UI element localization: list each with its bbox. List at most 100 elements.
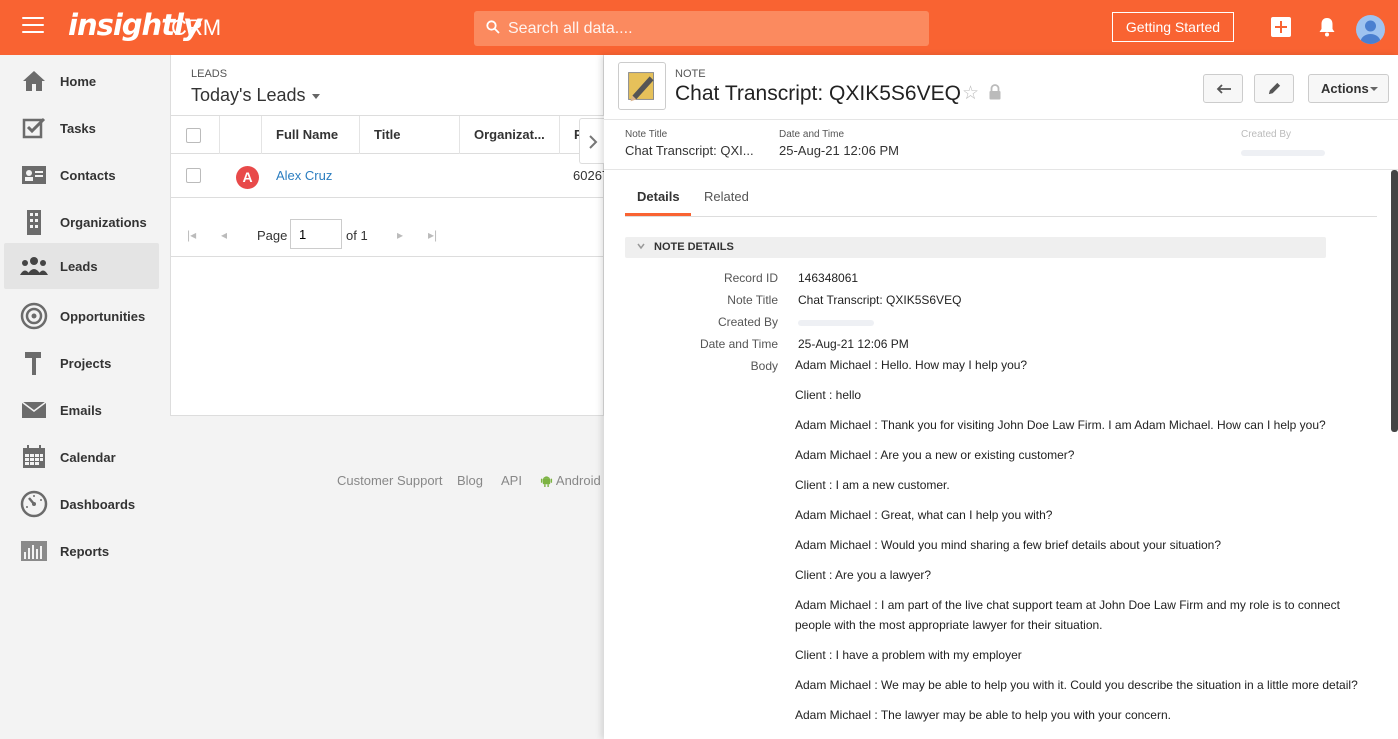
chevron-right-icon bbox=[589, 135, 598, 149]
body-line: Adam Michael : I am part of the live cha… bbox=[795, 598, 1340, 632]
sidebar-item-organizations[interactable]: Organizations bbox=[4, 199, 159, 245]
leads-table-header: Full Name Title Organizat... P bbox=[171, 115, 604, 154]
pencil-icon bbox=[1268, 82, 1281, 95]
created-by-redacted bbox=[798, 320, 874, 326]
sidebar-item-home[interactable]: Home bbox=[4, 58, 159, 104]
date-time-value: 25-Aug-21 12:06 PM bbox=[798, 337, 909, 351]
back-arrow-icon bbox=[1216, 84, 1231, 94]
column-title[interactable]: Title bbox=[359, 116, 459, 154]
record-id-value: 146348061 bbox=[798, 271, 859, 285]
column-full-name[interactable]: Full Name bbox=[261, 116, 359, 154]
sidebar-item-opportunities[interactable]: Opportunities bbox=[4, 293, 159, 339]
summary-date-value: 25-Aug-21 12:06 PM bbox=[779, 143, 899, 158]
caret-down-icon bbox=[311, 93, 320, 99]
leads-list-panel: LEADS Today's Leads Full Name Title Orga… bbox=[170, 55, 609, 416]
summary-note-title-value: Chat Transcript: QXI... bbox=[625, 143, 754, 158]
leads-kicker: LEADS bbox=[191, 68, 228, 80]
reports-icon bbox=[20, 537, 48, 565]
sidebar-item-calendar[interactable]: Calendar bbox=[4, 434, 159, 480]
user-avatar[interactable] bbox=[1356, 15, 1385, 44]
hamburger-menu-icon[interactable] bbox=[22, 17, 44, 35]
caret-down-icon bbox=[1370, 87, 1378, 91]
global-search[interactable] bbox=[474, 11, 929, 46]
sidebar-item-leads[interactable]: Leads bbox=[4, 243, 159, 289]
lead-avatar: A bbox=[236, 166, 259, 189]
body-line: Adam Michael : The lawyer may be able to… bbox=[795, 708, 1171, 722]
body-line: Adam Michael : Are you a new or existing… bbox=[795, 448, 1075, 462]
summary-date-label: Date and Time bbox=[779, 129, 845, 140]
sidebar-item-projects[interactable]: Projects bbox=[4, 340, 159, 386]
lead-name-link[interactable]: Alex Cruz bbox=[276, 168, 332, 183]
tab-related[interactable]: Related bbox=[704, 189, 749, 204]
contacts-icon bbox=[20, 161, 48, 189]
sidebar-item-dashboards[interactable]: Dashboards bbox=[4, 481, 159, 527]
note-title-value: Chat Transcript: QXIK5S6VEQ bbox=[798, 293, 962, 307]
row-checkbox[interactable] bbox=[186, 168, 201, 183]
table-row[interactable]: A Alex Cruz 60267 bbox=[171, 154, 609, 198]
sidebar-item-reports[interactable]: Reports bbox=[4, 528, 159, 574]
page-number-input[interactable] bbox=[290, 219, 342, 249]
footer-android-link[interactable]: Android bbox=[540, 473, 601, 488]
select-all-checkbox[interactable] bbox=[186, 128, 201, 143]
body-line: Adam Michael : Thank you for visiting Jo… bbox=[795, 418, 1326, 432]
calendar-icon bbox=[20, 443, 48, 471]
tasks-icon bbox=[20, 114, 48, 142]
footer-api-link[interactable]: API bbox=[501, 473, 522, 488]
body-label: Body bbox=[750, 359, 778, 373]
summary-created-by-redacted bbox=[1241, 150, 1325, 156]
add-new-icon[interactable] bbox=[1271, 17, 1291, 37]
search-input[interactable] bbox=[508, 11, 918, 46]
footer-blog-link[interactable]: Blog bbox=[457, 473, 483, 488]
date-time-label: Date and Time bbox=[699, 337, 778, 351]
chevron-down-icon bbox=[637, 243, 645, 250]
footer-customer-support-link[interactable]: Customer Support bbox=[337, 473, 443, 488]
note-title-label: Note Title bbox=[727, 293, 778, 307]
body-line: Adam Michael : Great, what can I help yo… bbox=[795, 508, 1053, 522]
opportunities-icon bbox=[20, 302, 48, 330]
column-avatar bbox=[219, 116, 261, 154]
body-line: Adam Michael : Hello. How may I help you… bbox=[795, 358, 1028, 372]
lock-icon bbox=[989, 84, 1001, 100]
edit-button[interactable] bbox=[1254, 74, 1294, 103]
projects-icon bbox=[20, 349, 48, 377]
tab-divider bbox=[625, 216, 1377, 217]
note-panel-scrollbar[interactable] bbox=[1391, 170, 1398, 432]
top-bar: insightly CRM Getting Started bbox=[0, 0, 1398, 55]
next-page-icon[interactable]: ▸ bbox=[397, 228, 403, 242]
organizations-icon bbox=[20, 208, 48, 236]
note-details-section-header[interactable]: NOTE DETAILS bbox=[625, 237, 1326, 258]
created-by-label: Created By bbox=[717, 315, 778, 329]
column-organization[interactable]: Organizat... bbox=[459, 116, 559, 154]
back-button[interactable] bbox=[1203, 74, 1243, 103]
leads-view-selector[interactable]: Today's Leads bbox=[191, 85, 320, 106]
record-id-label: Record ID bbox=[723, 271, 778, 285]
tab-details[interactable]: Details bbox=[637, 189, 680, 204]
body-line: Client : I have a problem with my employ… bbox=[795, 648, 1022, 662]
search-icon bbox=[486, 20, 500, 34]
page-count: of 1 bbox=[346, 228, 368, 243]
note-summary-bar: Note Title Chat Transcript: QXI... Date … bbox=[604, 119, 1398, 170]
first-page-icon[interactable]: |◂ bbox=[187, 228, 196, 242]
note-kicker: NOTE bbox=[675, 68, 706, 80]
page-label: Page bbox=[257, 228, 288, 243]
getting-started-button[interactable]: Getting Started bbox=[1112, 12, 1234, 42]
prev-page-icon[interactable]: ◂ bbox=[221, 228, 227, 242]
actions-dropdown-button[interactable]: Actions bbox=[1308, 74, 1389, 103]
notifications-bell-icon[interactable] bbox=[1317, 16, 1337, 38]
body-line: Adam Michael : We may be able to help yo… bbox=[795, 678, 1358, 692]
collapse-panel-button[interactable] bbox=[579, 118, 604, 164]
product-name: CRM bbox=[171, 15, 222, 40]
body-line: Client : hello bbox=[795, 388, 862, 402]
body-line: Client : I am a new customer. bbox=[795, 478, 950, 492]
sidebar-item-emails[interactable]: Emails bbox=[4, 387, 159, 433]
android-icon bbox=[540, 476, 553, 487]
sidebar-item-tasks[interactable]: Tasks bbox=[4, 105, 159, 151]
sidebar-nav: Home Tasks Contacts Organizations Leads … bbox=[0, 55, 163, 739]
home-icon bbox=[20, 67, 48, 95]
dashboards-icon bbox=[20, 490, 48, 518]
leads-icon bbox=[20, 252, 48, 280]
pagination: |◂ ◂ Page of 1 ▸ ▸| bbox=[171, 214, 604, 257]
sidebar-item-contacts[interactable]: Contacts bbox=[4, 152, 159, 198]
star-icon[interactable]: ☆ bbox=[962, 82, 979, 105]
last-page-icon[interactable]: ▸| bbox=[428, 228, 437, 242]
